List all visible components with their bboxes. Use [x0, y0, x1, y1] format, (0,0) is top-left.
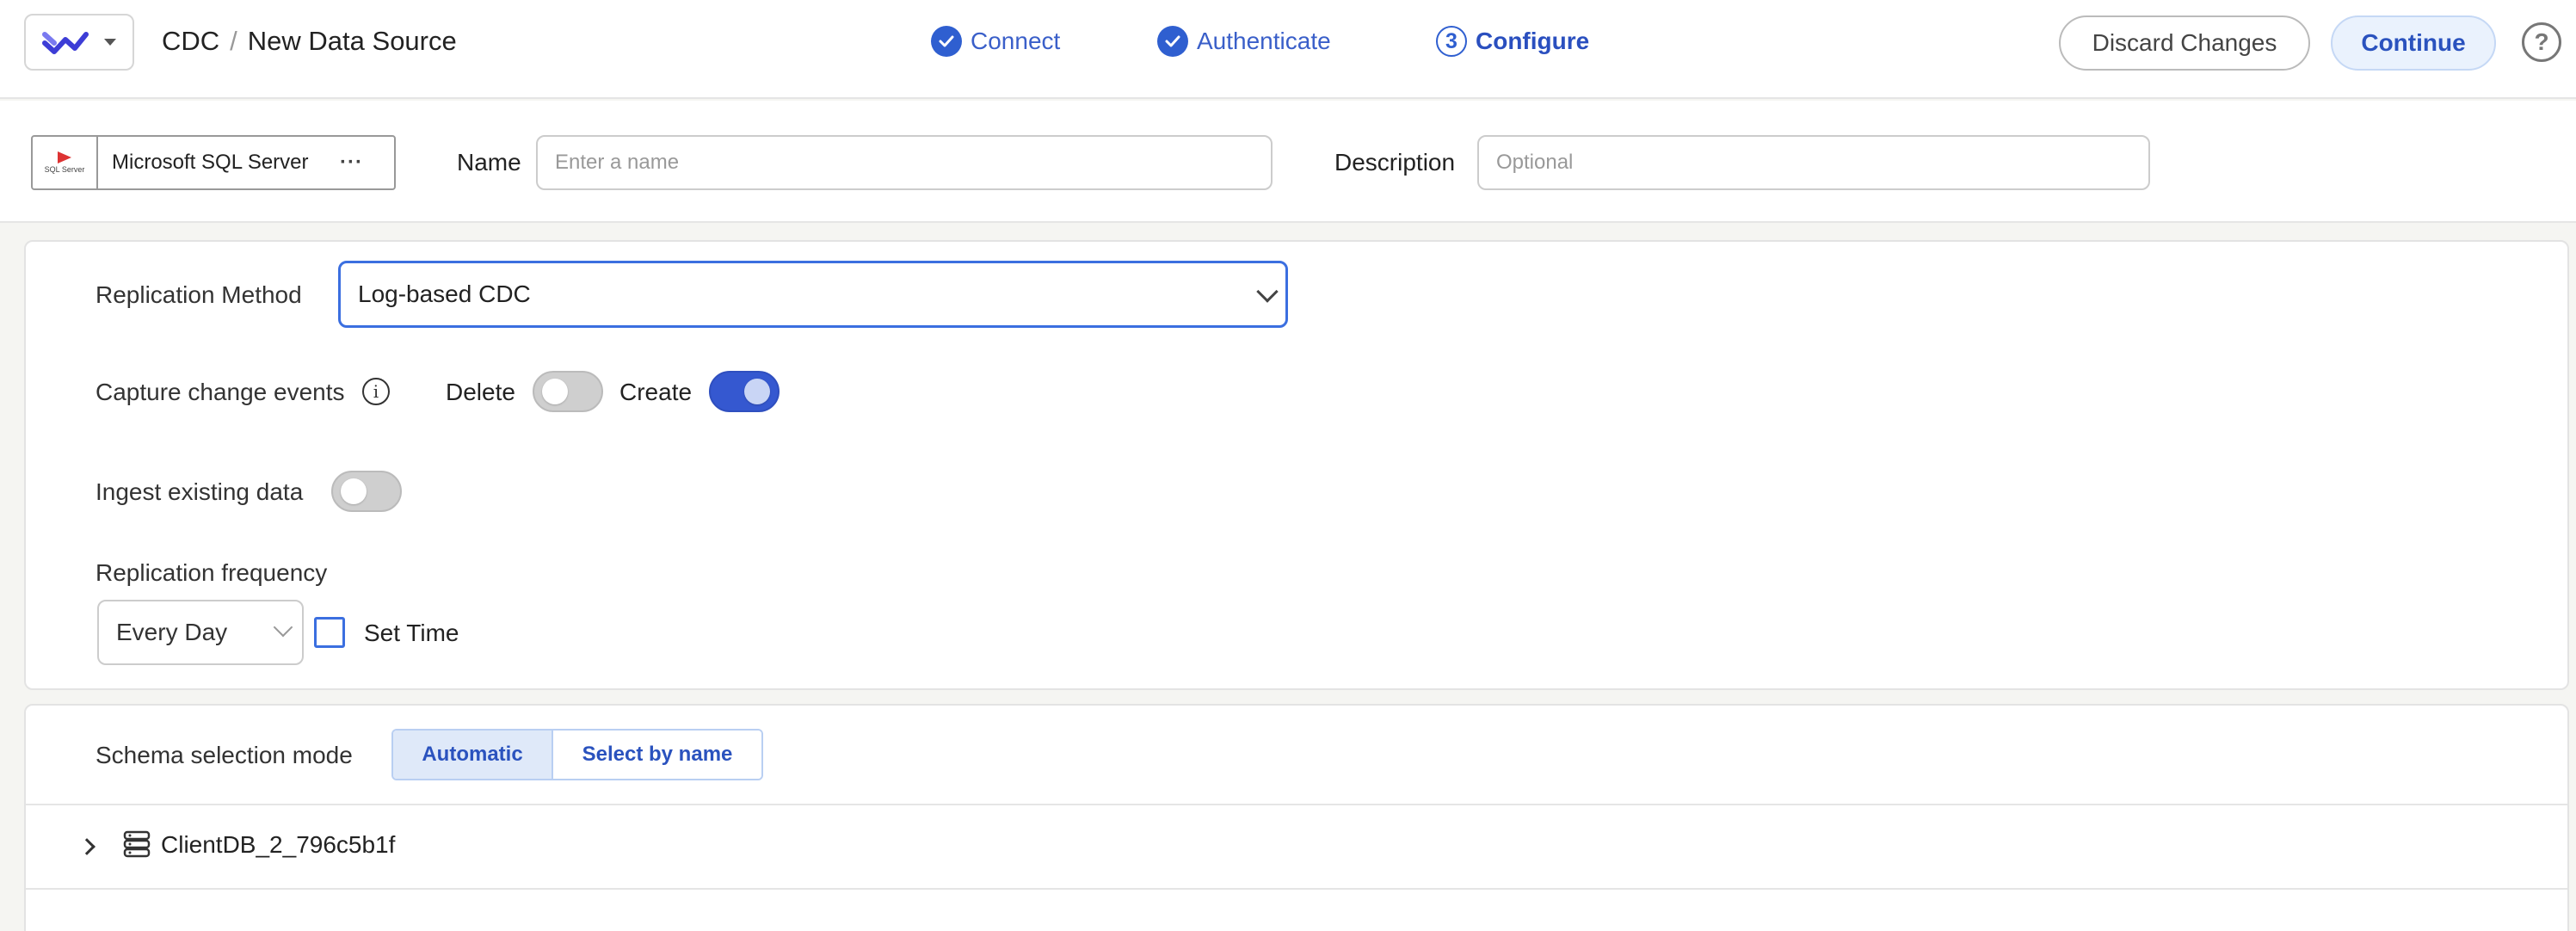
create-toggle[interactable]	[709, 371, 780, 412]
hightouch-logo-icon	[42, 32, 89, 54]
chevron-down-icon	[1256, 281, 1279, 303]
step-number-badge: 3	[1436, 26, 1467, 57]
workspace-menu-button[interactable]	[24, 14, 134, 71]
sql-server-logo-icon: SQL Server	[33, 137, 98, 188]
continue-button[interactable]: Continue	[2331, 15, 2496, 71]
schema-mode-segmented-control: Automatic Select by name	[391, 729, 763, 780]
replication-frequency-label: Replication frequency	[96, 559, 328, 586]
schema-selection-card: Schema selection mode Automatic Select b…	[24, 704, 2569, 931]
toggle-knob	[341, 478, 367, 504]
check-circle-icon	[1157, 26, 1188, 57]
create-label: Create	[619, 379, 693, 405]
help-circle-icon[interactable]: ?	[2522, 22, 2561, 62]
capture-change-events-label: Capture change events	[96, 379, 345, 405]
schema-mode-automatic[interactable]: Automatic	[393, 731, 553, 779]
connector-name: Microsoft SQL Server	[112, 151, 309, 174]
description-input[interactable]	[1477, 135, 2150, 190]
sql-server-logo-text: SQL Server	[44, 165, 85, 174]
set-time-checkbox[interactable]	[314, 617, 345, 648]
step-authenticate-label: Authenticate	[1197, 28, 1331, 54]
top-bar: CDC / New Data Source Connect Authentica…	[0, 0, 2576, 99]
chevron-down-icon	[273, 617, 293, 638]
divider	[26, 804, 2567, 805]
delete-label: Delete	[446, 379, 515, 405]
step-connect-label: Connect	[971, 28, 1061, 54]
delete-toggle[interactable]	[533, 371, 603, 412]
ingest-existing-data-label: Ingest existing data	[96, 478, 304, 505]
source-details-row: SQL Server Microsoft SQL Server ··· Name…	[0, 101, 2576, 223]
schema-mode-select-by-name[interactable]: Select by name	[553, 731, 761, 779]
toggle-knob	[744, 379, 770, 404]
name-input[interactable]	[536, 135, 1273, 190]
divider	[26, 888, 2567, 890]
toggle-knob	[542, 379, 568, 404]
description-label: Description	[1334, 149, 1456, 176]
step-configure[interactable]: 3 Configure	[1436, 24, 1589, 59]
breadcrumb-current: New Data Source	[247, 26, 457, 56]
chevron-down-icon	[104, 39, 116, 46]
chevron-right-icon[interactable]	[78, 838, 96, 855]
step-configure-label: Configure	[1476, 28, 1590, 54]
replication-frequency-select[interactable]: Every Day	[97, 600, 304, 665]
breadcrumb: CDC / New Data Source	[162, 26, 457, 57]
breadcrumb-separator: /	[230, 26, 237, 56]
step-connect[interactable]: Connect	[931, 24, 1060, 59]
check-circle-icon	[931, 26, 962, 57]
schema-selection-mode-label: Schema selection mode	[96, 742, 353, 768]
replication-frequency-value: Every Day	[116, 619, 228, 645]
breadcrumb-root[interactable]: CDC	[162, 26, 219, 57]
discard-changes-button[interactable]: Discard Changes	[2059, 15, 2310, 71]
replication-method-value: Log-based CDC	[358, 281, 531, 307]
name-label: Name	[457, 149, 521, 176]
step-authenticate[interactable]: Authenticate	[1157, 24, 1331, 59]
set-time-label: Set Time	[364, 620, 459, 646]
replication-settings-card: Replication Method Log-based CDC Capture…	[24, 240, 2569, 690]
replication-method-select[interactable]: Log-based CDC	[338, 261, 1288, 328]
database-tree-item[interactable]: ClientDB_2_796c5b1f	[161, 831, 395, 859]
connector-selector[interactable]: SQL Server Microsoft SQL Server ···	[31, 135, 396, 190]
replication-method-label: Replication Method	[96, 281, 302, 308]
more-options-icon[interactable]: ···	[340, 151, 394, 175]
ingest-existing-data-toggle[interactable]	[331, 471, 402, 512]
sql-server-logo-mark	[58, 151, 71, 163]
database-icon	[123, 830, 151, 858]
info-icon[interactable]: i	[362, 378, 390, 405]
